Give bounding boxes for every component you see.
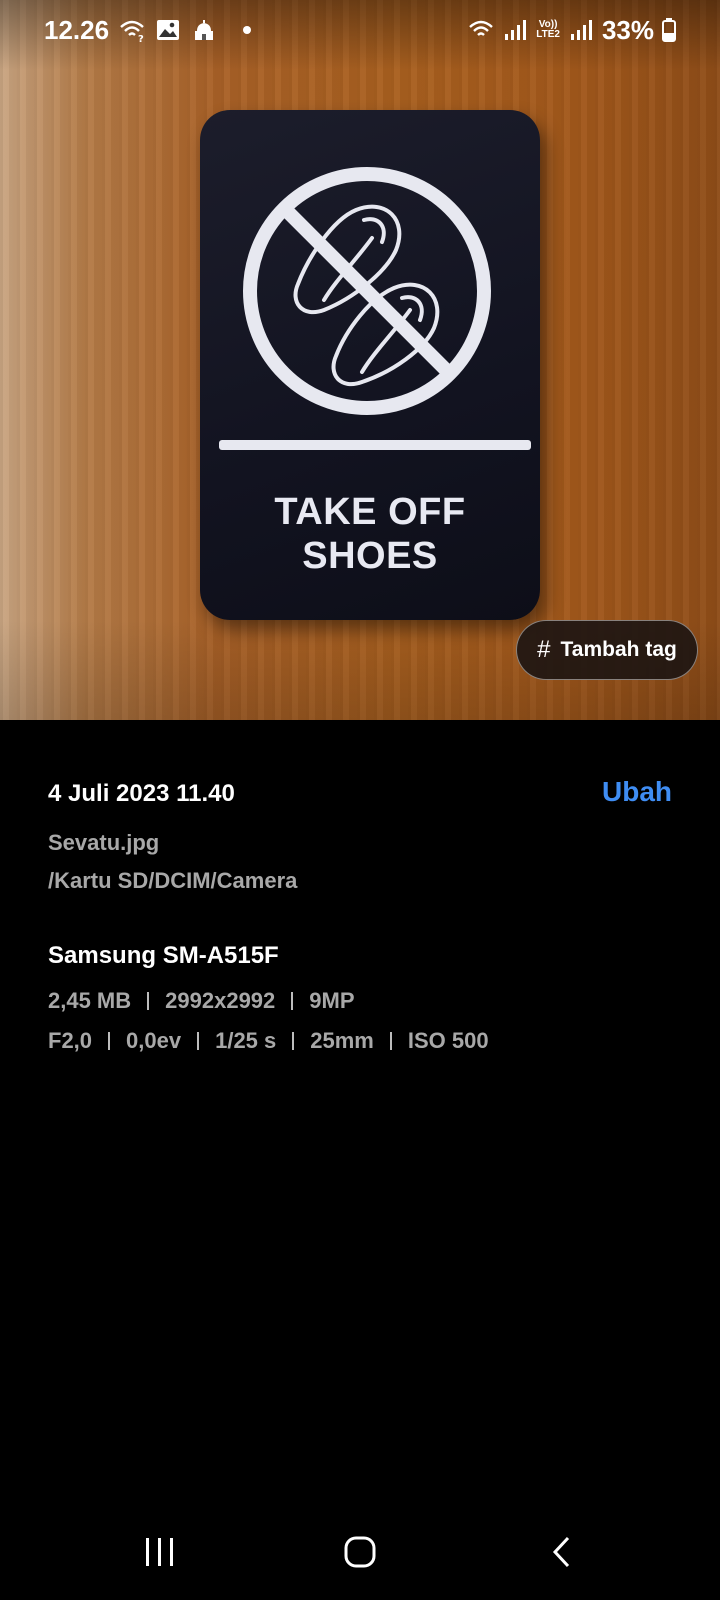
resolution: 2992x2992: [165, 988, 276, 1013]
battery-icon: [662, 18, 676, 42]
sign-divider: [219, 440, 531, 450]
aperture: F2,0: [48, 1028, 93, 1053]
photo-details-panel: 4 Juli 2023 11.40 Ubah Sevatu.jpg /Kartu…: [48, 776, 678, 1054]
gallery-icon: [157, 20, 180, 40]
megapixels: 9MP: [309, 988, 355, 1013]
home-button[interactable]: [330, 1532, 390, 1572]
signal-icon: [505, 20, 527, 40]
back-button[interactable]: [532, 1532, 592, 1572]
sign-text: TAKE OFF SHOES: [200, 490, 540, 578]
no-shoes-icon: [243, 167, 491, 415]
volte-lte2-icon: Vo)) LTE2: [536, 20, 560, 40]
separator: [197, 1032, 200, 1050]
file-size: 2,45 MB: [48, 988, 132, 1013]
back-icon: [552, 1536, 570, 1568]
file-name: Sevatu.jpg: [48, 830, 160, 855]
separator: [108, 1032, 111, 1050]
file-info-row: 2,45 MB 2992x2992 9MP: [48, 988, 678, 1014]
recent-apps-button[interactable]: [130, 1532, 190, 1572]
camera-info-row: F2,0 0,0ev 1/25 s 25mm ISO 500: [48, 1028, 678, 1054]
hash-icon: #: [537, 636, 551, 663]
mosque-icon: [195, 20, 214, 40]
wifi-question-icon: ?: [120, 20, 144, 43]
separator: [147, 992, 150, 1010]
separator: [292, 1032, 295, 1050]
battery-percentage: 33%: [601, 14, 654, 45]
svg-text:?: ?: [138, 34, 144, 43]
shutter-speed: 1/25 s: [215, 1028, 277, 1053]
wifi-icon: [469, 20, 494, 36]
exposure-value: 0,0ev: [126, 1028, 182, 1053]
take-off-shoes-sign: TAKE OFF SHOES: [200, 110, 540, 620]
file-path: /Kartu SD/DCIM/Camera: [48, 868, 298, 893]
navigation-bar: [0, 1510, 720, 1600]
home-icon: [344, 1536, 376, 1568]
signal-icon: [570, 20, 592, 40]
recent-apps-icon: [146, 1538, 173, 1566]
photo-viewer[interactable]: TAKE OFF SHOES: [0, 0, 720, 720]
separator: [291, 992, 294, 1010]
edit-button[interactable]: Ubah: [602, 776, 672, 808]
add-tag-button[interactable]: # Tambah tag: [516, 620, 698, 680]
volte-bottom-label: LTE2: [536, 29, 560, 40]
add-tag-label: Tambah tag: [560, 638, 677, 661]
status-bar: 12.26 ? Vo)) LTE2 33%: [0, 0, 720, 60]
separator: [389, 1032, 392, 1050]
iso: ISO 500: [407, 1028, 489, 1053]
photo-date: 4 Juli 2023 11.40: [48, 780, 235, 807]
notification-dot: [243, 26, 252, 34]
focal-length: 25mm: [310, 1028, 374, 1053]
sign-line-1: TAKE OFF: [274, 491, 466, 533]
device-model: Samsung SM-A515F: [48, 942, 279, 969]
sign-line-2: SHOES: [302, 535, 438, 577]
clock: 12.26: [44, 14, 110, 45]
